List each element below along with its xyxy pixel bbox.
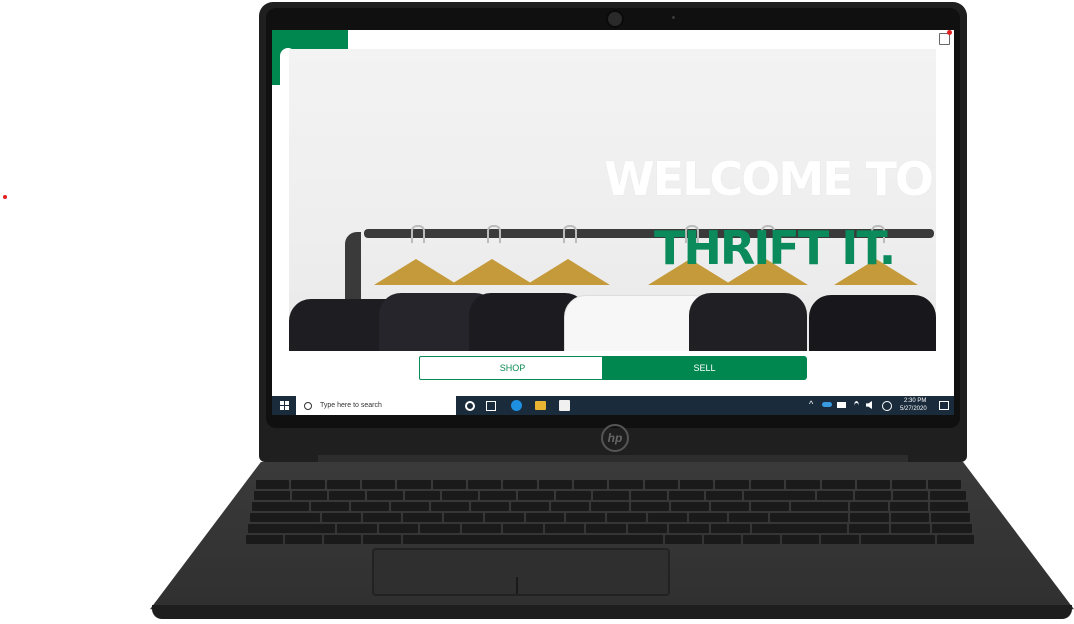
hero-headline: WELCOME TO [604,152,934,206]
edge-icon[interactable] [511,400,522,411]
search-placeholder: Type here to search [320,402,382,409]
touchpad-button-divider [516,577,518,594]
store-icon[interactable] [559,400,570,411]
chevron-up-icon[interactable]: ^ [809,399,813,409]
laptop-base-edge [152,605,1072,619]
hero-banner: WELCOME TO THRIFT IT. [289,49,936,351]
system-tray: ^ 2:30 PM 5/27/2020 [802,396,954,415]
volume-icon[interactable] [866,401,872,409]
shirt [689,293,807,351]
search-icon [304,401,312,410]
shirt [809,295,936,351]
sell-button[interactable]: SELL [602,356,807,380]
task-view-icon[interactable] [465,401,475,411]
hero-brand-name: THRIFT IT. [654,221,896,275]
keyboard-row [256,480,961,489]
red-marker-dot [3,195,7,199]
keyboard-row [250,513,971,522]
network-icon[interactable] [882,401,892,411]
shop-button[interactable]: SHOP [419,356,606,380]
clock-date[interactable]: 5/27/2020 [900,406,927,412]
hanger-hook [563,225,577,243]
cart-badge [947,30,952,35]
camera-led [672,16,675,19]
screen: WELCOME TO THRIFT IT. SHOP SELL Type her… [272,30,954,415]
hanger-hook [411,225,425,243]
onedrive-icon[interactable] [822,402,832,407]
wifi-icon[interactable] [854,401,859,411]
webcam-icon [606,10,624,28]
taskbar: Type here to search ^ 2:30 PM 5/27/2020 [272,396,954,415]
clock-time[interactable]: 2:30 PM [904,398,926,404]
battery-icon[interactable] [837,402,846,408]
task-manager-icon[interactable] [486,401,496,411]
notification-icon[interactable] [939,401,949,410]
keyboard-row [252,502,968,511]
keyboard [246,480,974,546]
keyboard-row [248,524,973,533]
keyboard-row [254,491,967,500]
taskbar-search[interactable]: Type here to search [296,396,456,415]
touchpad[interactable] [372,548,670,596]
hanger [526,259,610,285]
site-header [272,30,954,49]
windows-start-icon [279,401,289,410]
hanger [450,259,534,285]
hp-logo: hp [601,424,629,452]
start-button[interactable] [272,396,296,415]
file-explorer-icon[interactable] [535,401,546,410]
hanger-hook [487,225,501,243]
keyboard-row [246,535,974,544]
hanger [374,259,458,285]
